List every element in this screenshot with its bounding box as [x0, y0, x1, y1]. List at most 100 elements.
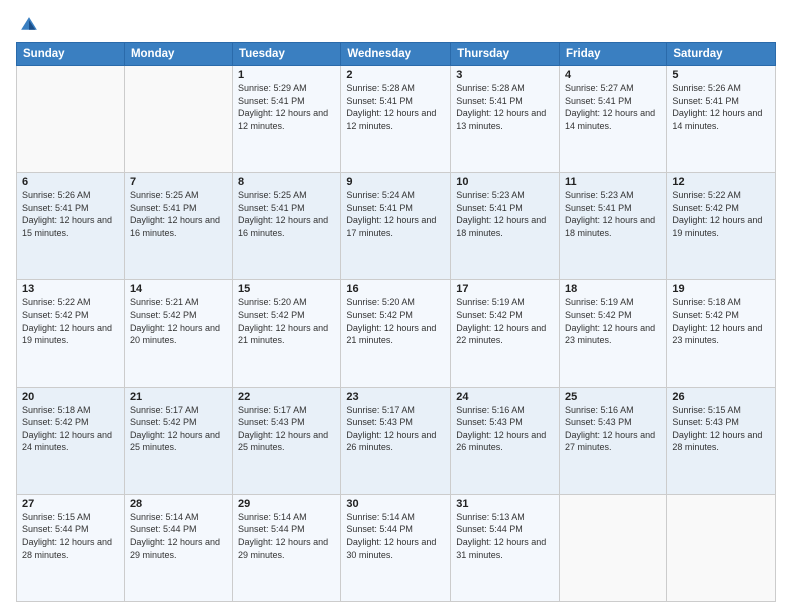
day-detail: Sunrise: 5:14 AMSunset: 5:44 PMDaylight:…	[346, 511, 445, 561]
day-detail: Sunrise: 5:16 AMSunset: 5:43 PMDaylight:…	[565, 404, 661, 454]
day-detail: Sunrise: 5:22 AMSunset: 5:42 PMDaylight:…	[672, 189, 770, 239]
day-detail: Sunrise: 5:20 AMSunset: 5:42 PMDaylight:…	[346, 296, 445, 346]
day-detail: Sunrise: 5:15 AMSunset: 5:44 PMDaylight:…	[22, 511, 119, 561]
day-number: 9	[346, 176, 445, 188]
calendar-page: SundayMondayTuesdayWednesdayThursdayFrid…	[0, 0, 792, 612]
day-number: 27	[22, 498, 119, 510]
weekday-header-tuesday: Tuesday	[233, 43, 341, 66]
day-detail: Sunrise: 5:22 AMSunset: 5:42 PMDaylight:…	[22, 296, 119, 346]
day-detail: Sunrise: 5:28 AMSunset: 5:41 PMDaylight:…	[346, 82, 445, 132]
day-detail: Sunrise: 5:14 AMSunset: 5:44 PMDaylight:…	[238, 511, 335, 561]
day-detail: Sunrise: 5:17 AMSunset: 5:42 PMDaylight:…	[130, 404, 227, 454]
day-number: 15	[238, 283, 335, 295]
calendar-cell: 30Sunrise: 5:14 AMSunset: 5:44 PMDayligh…	[341, 494, 451, 601]
calendar-cell: 22Sunrise: 5:17 AMSunset: 5:43 PMDayligh…	[233, 387, 341, 494]
day-number: 16	[346, 283, 445, 295]
calendar-table: SundayMondayTuesdayWednesdayThursdayFrid…	[16, 42, 776, 602]
day-number: 28	[130, 498, 227, 510]
calendar-cell: 21Sunrise: 5:17 AMSunset: 5:42 PMDayligh…	[124, 387, 232, 494]
day-detail: Sunrise: 5:25 AMSunset: 5:41 PMDaylight:…	[130, 189, 227, 239]
day-detail: Sunrise: 5:23 AMSunset: 5:41 PMDaylight:…	[456, 189, 554, 239]
day-number: 3	[456, 69, 554, 81]
day-detail: Sunrise: 5:13 AMSunset: 5:44 PMDaylight:…	[456, 511, 554, 561]
calendar-cell: 3Sunrise: 5:28 AMSunset: 5:41 PMDaylight…	[451, 66, 560, 173]
day-number: 10	[456, 176, 554, 188]
weekday-header-sunday: Sunday	[17, 43, 125, 66]
day-number: 12	[672, 176, 770, 188]
day-number: 20	[22, 391, 119, 403]
weekday-header-thursday: Thursday	[451, 43, 560, 66]
calendar-cell: 25Sunrise: 5:16 AMSunset: 5:43 PMDayligh…	[560, 387, 667, 494]
calendar-cell: 31Sunrise: 5:13 AMSunset: 5:44 PMDayligh…	[451, 494, 560, 601]
calendar-cell: 19Sunrise: 5:18 AMSunset: 5:42 PMDayligh…	[667, 280, 776, 387]
calendar-cell	[17, 66, 125, 173]
calendar-cell: 7Sunrise: 5:25 AMSunset: 5:41 PMDaylight…	[124, 173, 232, 280]
calendar-cell: 29Sunrise: 5:14 AMSunset: 5:44 PMDayligh…	[233, 494, 341, 601]
day-number: 30	[346, 498, 445, 510]
logo	[16, 10, 42, 36]
day-number: 29	[238, 498, 335, 510]
calendar-cell: 6Sunrise: 5:26 AMSunset: 5:41 PMDaylight…	[17, 173, 125, 280]
calendar-cell: 10Sunrise: 5:23 AMSunset: 5:41 PMDayligh…	[451, 173, 560, 280]
day-detail: Sunrise: 5:20 AMSunset: 5:42 PMDaylight:…	[238, 296, 335, 346]
day-detail: Sunrise: 5:27 AMSunset: 5:41 PMDaylight:…	[565, 82, 661, 132]
calendar-cell: 11Sunrise: 5:23 AMSunset: 5:41 PMDayligh…	[560, 173, 667, 280]
calendar-cell: 9Sunrise: 5:24 AMSunset: 5:41 PMDaylight…	[341, 173, 451, 280]
weekday-header-friday: Friday	[560, 43, 667, 66]
day-number: 8	[238, 176, 335, 188]
day-detail: Sunrise: 5:28 AMSunset: 5:41 PMDaylight:…	[456, 82, 554, 132]
calendar-cell: 18Sunrise: 5:19 AMSunset: 5:42 PMDayligh…	[560, 280, 667, 387]
day-number: 14	[130, 283, 227, 295]
day-number: 31	[456, 498, 554, 510]
day-number: 17	[456, 283, 554, 295]
day-detail: Sunrise: 5:19 AMSunset: 5:42 PMDaylight:…	[565, 296, 661, 346]
calendar-cell: 27Sunrise: 5:15 AMSunset: 5:44 PMDayligh…	[17, 494, 125, 601]
calendar-cell	[124, 66, 232, 173]
calendar-cell: 17Sunrise: 5:19 AMSunset: 5:42 PMDayligh…	[451, 280, 560, 387]
day-detail: Sunrise: 5:16 AMSunset: 5:43 PMDaylight:…	[456, 404, 554, 454]
day-number: 5	[672, 69, 770, 81]
calendar-cell: 26Sunrise: 5:15 AMSunset: 5:43 PMDayligh…	[667, 387, 776, 494]
day-detail: Sunrise: 5:21 AMSunset: 5:42 PMDaylight:…	[130, 296, 227, 346]
day-detail: Sunrise: 5:26 AMSunset: 5:41 PMDaylight:…	[672, 82, 770, 132]
day-number: 26	[672, 391, 770, 403]
day-detail: Sunrise: 5:17 AMSunset: 5:43 PMDaylight:…	[238, 404, 335, 454]
weekday-header-monday: Monday	[124, 43, 232, 66]
calendar-cell: 15Sunrise: 5:20 AMSunset: 5:42 PMDayligh…	[233, 280, 341, 387]
day-number: 4	[565, 69, 661, 81]
calendar-cell: 2Sunrise: 5:28 AMSunset: 5:41 PMDaylight…	[341, 66, 451, 173]
calendar-cell: 20Sunrise: 5:18 AMSunset: 5:42 PMDayligh…	[17, 387, 125, 494]
weekday-header-saturday: Saturday	[667, 43, 776, 66]
calendar-cell	[667, 494, 776, 601]
day-number: 6	[22, 176, 119, 188]
day-number: 25	[565, 391, 661, 403]
day-detail: Sunrise: 5:18 AMSunset: 5:42 PMDaylight:…	[672, 296, 770, 346]
calendar-cell: 13Sunrise: 5:22 AMSunset: 5:42 PMDayligh…	[17, 280, 125, 387]
calendar-cell: 12Sunrise: 5:22 AMSunset: 5:42 PMDayligh…	[667, 173, 776, 280]
calendar-cell: 4Sunrise: 5:27 AMSunset: 5:41 PMDaylight…	[560, 66, 667, 173]
calendar-cell: 23Sunrise: 5:17 AMSunset: 5:43 PMDayligh…	[341, 387, 451, 494]
day-detail: Sunrise: 5:19 AMSunset: 5:42 PMDaylight:…	[456, 296, 554, 346]
day-detail: Sunrise: 5:29 AMSunset: 5:41 PMDaylight:…	[238, 82, 335, 132]
day-number: 22	[238, 391, 335, 403]
calendar-cell: 16Sunrise: 5:20 AMSunset: 5:42 PMDayligh…	[341, 280, 451, 387]
day-detail: Sunrise: 5:26 AMSunset: 5:41 PMDaylight:…	[22, 189, 119, 239]
day-detail: Sunrise: 5:14 AMSunset: 5:44 PMDaylight:…	[130, 511, 227, 561]
day-detail: Sunrise: 5:15 AMSunset: 5:43 PMDaylight:…	[672, 404, 770, 454]
page-header	[16, 10, 776, 36]
day-number: 13	[22, 283, 119, 295]
weekday-header-wednesday: Wednesday	[341, 43, 451, 66]
day-number: 11	[565, 176, 661, 188]
day-number: 24	[456, 391, 554, 403]
day-number: 21	[130, 391, 227, 403]
day-number: 23	[346, 391, 445, 403]
day-number: 18	[565, 283, 661, 295]
day-number: 2	[346, 69, 445, 81]
day-number: 1	[238, 69, 335, 81]
day-number: 19	[672, 283, 770, 295]
calendar-cell: 8Sunrise: 5:25 AMSunset: 5:41 PMDaylight…	[233, 173, 341, 280]
calendar-cell: 14Sunrise: 5:21 AMSunset: 5:42 PMDayligh…	[124, 280, 232, 387]
calendar-cell: 5Sunrise: 5:26 AMSunset: 5:41 PMDaylight…	[667, 66, 776, 173]
calendar-cell: 24Sunrise: 5:16 AMSunset: 5:43 PMDayligh…	[451, 387, 560, 494]
calendar-cell	[560, 494, 667, 601]
